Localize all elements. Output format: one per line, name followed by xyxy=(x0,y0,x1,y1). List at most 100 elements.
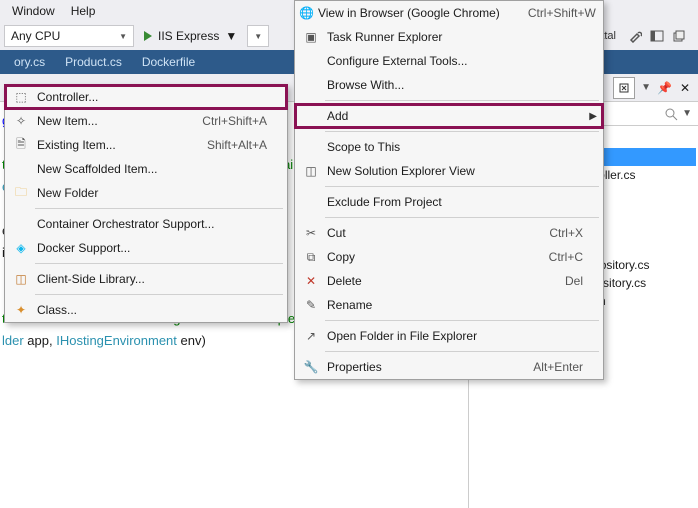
existing-item-icon: 🗎 xyxy=(9,135,33,156)
platform-combo-value: Any CPU xyxy=(11,29,60,43)
tab-repository[interactable]: ory.cs xyxy=(4,51,55,73)
menu-container-support[interactable]: Container Orchestrator Support... xyxy=(5,212,287,236)
menu-label: Docker Support... xyxy=(33,241,267,255)
menu-separator xyxy=(325,320,599,321)
layers-icon[interactable] xyxy=(670,27,688,45)
menu-label: Open Folder in File Explorer xyxy=(323,329,583,343)
menu-client-side-library[interactable]: ◫Client-Side Library... xyxy=(5,267,287,291)
menu-accelerator: Del xyxy=(545,274,583,288)
menu-label: Existing Item... xyxy=(33,138,187,152)
menu-cut[interactable]: ✂CutCtrl+X xyxy=(295,221,603,245)
layout-icon[interactable] xyxy=(648,27,666,45)
menu-label: Class... xyxy=(33,303,267,317)
menu-delete[interactable]: ✕DeleteDel xyxy=(295,269,603,293)
menu-task-runner[interactable]: ▣Task Runner Explorer xyxy=(295,25,603,49)
chevron-down-icon[interactable]: ▼ xyxy=(641,82,651,93)
platform-combo[interactable]: Any CPU ▼ xyxy=(4,25,134,47)
run-button[interactable]: IIS Express ▼ xyxy=(138,25,243,47)
menu-separator xyxy=(35,208,283,209)
menu-label: Client-Side Library... xyxy=(33,272,267,286)
menu-label: New Solution Explorer View xyxy=(323,164,583,178)
chevron-down-icon: ▼ xyxy=(678,108,692,119)
code-token: IHostingEnvironment xyxy=(56,333,177,348)
context-menu: 🌐View in Browser (Google Chrome)Ctrl+Shi… xyxy=(294,0,604,380)
menu-new-item[interactable]: ✧New Item...Ctrl+Shift+A xyxy=(5,109,287,133)
menu-docker-support[interactable]: ◈Docker Support... xyxy=(5,236,287,260)
menu-label: New Folder xyxy=(33,186,267,200)
rename-icon: ✎ xyxy=(299,298,323,312)
menu-browse-with[interactable]: Browse With... xyxy=(295,73,603,97)
menu-separator xyxy=(325,217,599,218)
menu-view-in-browser[interactable]: 🌐View in Browser (Google Chrome)Ctrl+Shi… xyxy=(295,1,603,25)
tool-icon[interactable] xyxy=(626,27,644,45)
menu-accelerator: Ctrl+X xyxy=(529,226,583,240)
menu-open-folder[interactable]: ↗Open Folder in File Explorer xyxy=(295,324,603,348)
library-icon: ◫ xyxy=(9,272,33,286)
menu-label: Rename xyxy=(323,298,583,312)
extra-combo[interactable]: ▼ xyxy=(247,25,269,47)
menu-accelerator: Ctrl+C xyxy=(529,250,583,264)
menu-label: New Item... xyxy=(33,114,182,128)
docker-icon: ◈ xyxy=(9,241,33,255)
code-token: lder xyxy=(2,333,24,348)
close-icon[interactable]: ✕ xyxy=(678,81,692,95)
menu-class[interactable]: ✦Class... xyxy=(5,298,287,322)
chevron-down-icon: ▼ xyxy=(254,32,262,41)
menu-rename[interactable]: ✎Rename xyxy=(295,293,603,317)
cut-icon: ✂ xyxy=(299,226,323,240)
menu-label: Scope to This xyxy=(323,140,583,154)
menu-add[interactable]: Add ▶ xyxy=(295,104,603,128)
menu-accelerator: Ctrl+Shift+W xyxy=(508,6,596,20)
chevron-down-icon: ▼ xyxy=(119,32,127,41)
play-icon xyxy=(144,31,152,41)
controller-icon: ⬚ xyxy=(9,90,33,104)
menu-exclude[interactable]: Exclude From Project xyxy=(295,190,603,214)
class-icon: ✦ xyxy=(9,303,33,317)
new-item-icon: ✧ xyxy=(9,114,33,128)
code-token: app, xyxy=(24,333,57,348)
menu-separator xyxy=(325,100,599,101)
delete-icon: ✕ xyxy=(299,274,323,288)
menu-label: Exclude From Project xyxy=(323,195,583,209)
copy-icon: ⧉ xyxy=(299,250,323,265)
menu-configure-external[interactable]: Configure External Tools... xyxy=(295,49,603,73)
menu-properties[interactable]: 🔧PropertiesAlt+Enter xyxy=(295,355,603,379)
menu-scaffolded-item[interactable]: New Scaffolded Item... xyxy=(5,157,287,181)
menu-label: Task Runner Explorer xyxy=(323,30,583,44)
browser-icon: 🌐 xyxy=(299,6,314,20)
explorer-icon: ↗ xyxy=(299,329,323,343)
menu-existing-item[interactable]: 🗎Existing Item...Shift+Alt+A xyxy=(5,133,287,157)
add-submenu: ⬚Controller... ✧New Item...Ctrl+Shift+A … xyxy=(4,84,288,323)
tab-dockerfile[interactable]: Dockerfile xyxy=(132,51,205,73)
menu-label: Browse With... xyxy=(323,78,583,92)
pin-icon[interactable]: 📌 xyxy=(657,81,672,95)
menu-separator xyxy=(35,263,283,264)
menu-copy[interactable]: ⧉CopyCtrl+C xyxy=(295,245,603,269)
menu-separator xyxy=(35,294,283,295)
menu-label: Container Orchestrator Support... xyxy=(33,217,267,231)
menu-label: Controller... xyxy=(33,90,267,104)
search-icon xyxy=(664,107,678,121)
folder-icon: 🗀 xyxy=(9,183,33,204)
menu-new-folder[interactable]: 🗀New Folder xyxy=(5,181,287,205)
scope-icon[interactable] xyxy=(613,77,635,99)
code-token: env) xyxy=(177,333,206,348)
menu-label: View in Browser (Google Chrome) xyxy=(314,6,508,20)
menu-accelerator: Alt+Enter xyxy=(513,360,583,374)
submenu-arrow-icon: ▶ xyxy=(589,111,597,122)
menu-new-solution-view[interactable]: ◫New Solution Explorer View xyxy=(295,159,603,183)
task-runner-icon: ▣ xyxy=(299,30,323,44)
menu-scope-to-this[interactable]: Scope to This xyxy=(295,135,603,159)
menu-separator xyxy=(325,351,599,352)
menu-label: Delete xyxy=(323,274,545,288)
menu-window[interactable]: Window xyxy=(4,0,63,22)
menu-controller[interactable]: ⬚Controller... xyxy=(5,85,287,109)
run-label: IIS Express xyxy=(158,29,219,43)
menu-accelerator: Ctrl+Shift+A xyxy=(182,114,267,128)
menu-label: Cut xyxy=(323,226,529,240)
tab-product[interactable]: Product.cs xyxy=(55,51,132,73)
menu-label: New Scaffolded Item... xyxy=(33,162,267,176)
menu-help[interactable]: Help xyxy=(63,0,104,22)
menu-label: Add xyxy=(323,109,583,123)
menu-label: Configure External Tools... xyxy=(323,54,583,68)
